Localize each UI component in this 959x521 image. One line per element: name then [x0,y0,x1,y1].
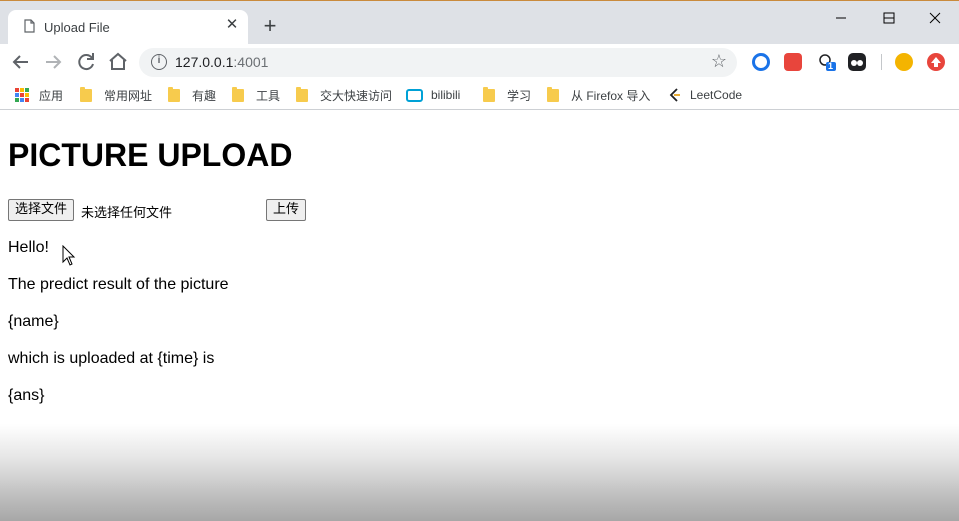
page-content: PICTURE UPLOAD 选择文件 未选择任何文件 上传 Hello! Th… [0,112,959,521]
bookmark-folder-tools[interactable]: 工具 [232,86,281,103]
folder-icon [232,86,244,102]
result-intro-text: The predict result of the picture [8,276,229,293]
ext-up-icon[interactable] [927,53,945,71]
extensions-divider [881,54,882,70]
bookmark-leetcode[interactable]: LeetCode [668,87,742,103]
reload-icon[interactable] [74,50,98,74]
bookmark-apps[interactable]: 应用 [15,87,63,103]
bookmark-folder-study[interactable]: 学习 [483,86,532,103]
folder-icon [483,86,495,102]
folder-icon [80,86,92,102]
bookmark-folder-firefox[interactable]: 从 Firefox 导入 [547,86,651,103]
maximize-button[interactable] [866,5,912,31]
folder-icon [296,86,308,102]
bookmark-label: 工具 [256,88,281,103]
bookmark-label: 从 Firefox 导入 [571,88,651,103]
browser-tab[interactable]: Upload File ✕ [8,10,248,45]
apps-grid-icon [15,88,29,102]
bookmark-bilibili[interactable]: bilibili [406,87,460,103]
name-placeholder-text: {name} [8,313,59,330]
greeting-text: Hello! [8,239,49,256]
leetcode-icon [669,88,680,102]
home-icon[interactable] [106,50,130,74]
bookmark-label: LeetCode [690,88,743,102]
url-port: :4001 [233,54,269,70]
ext-emoji-icon[interactable] [895,53,913,71]
bookmark-folder-fun[interactable]: 有趣 [168,86,217,103]
bookmark-label: 应用 [39,88,64,103]
url-host: 127.0.0.1 [175,54,234,70]
bookmark-folder-sjtu[interactable]: 交大快速访问 [296,86,393,103]
bookmark-folder-common[interactable]: 常用网址 [80,86,153,103]
bookmark-label: 学习 [507,88,532,103]
bookmark-label: 常用网址 [104,88,153,103]
browser-toolbar: i 127.0.0.1:4001 ☆ 1 [0,44,959,80]
ext-red-icon[interactable] [784,53,802,71]
folder-icon [168,86,180,102]
ext-tampermonkey-icon[interactable] [848,53,866,71]
folder-icon [547,86,559,102]
close-window-button[interactable] [912,5,958,31]
url-text[interactable]: 127.0.0.1:4001 [175,54,268,70]
screen-fade-overlay [0,424,959,521]
bookmark-star-icon[interactable]: ☆ [711,51,727,72]
new-tab-icon[interactable]: + [259,15,281,37]
site-info-icon[interactable]: i [151,54,167,70]
ext-compass-icon[interactable] [752,53,770,71]
page-icon [24,19,35,33]
address-bar[interactable]: i 127.0.0.1:4001 ☆ [139,48,737,77]
bookmark-label: bilibili [431,88,461,102]
title-bar: Upload File ✕ + [0,0,959,45]
ext-badge-count: 1 [828,61,834,71]
page-title: PICTURE UPLOAD [8,137,293,173]
time-text: which is uploaded at {time} is [8,350,215,367]
bookmark-label: 有趣 [192,88,217,103]
bilibili-icon [406,88,423,102]
forward-icon[interactable] [41,50,65,74]
mouse-cursor-icon [62,245,76,266]
minimize-button[interactable] [818,5,864,31]
ext-badge-icon[interactable]: 1 [818,53,836,71]
tab-title: Upload File [44,20,110,35]
file-status-text: 未选择任何文件 [81,206,173,221]
back-icon[interactable] [9,50,33,74]
bookmark-label: 交大快速访问 [320,88,393,103]
answer-placeholder-text: {ans} [8,387,45,404]
upload-button[interactable]: 上传 [266,199,307,221]
choose-file-button[interactable]: 选择文件 [8,199,75,221]
bookmarks-bar: 应用 常用网址 有趣 工具 交大快速访问 bilibili 学习 从 Firef… [0,80,959,110]
tab-close-icon[interactable]: ✕ [223,16,241,34]
